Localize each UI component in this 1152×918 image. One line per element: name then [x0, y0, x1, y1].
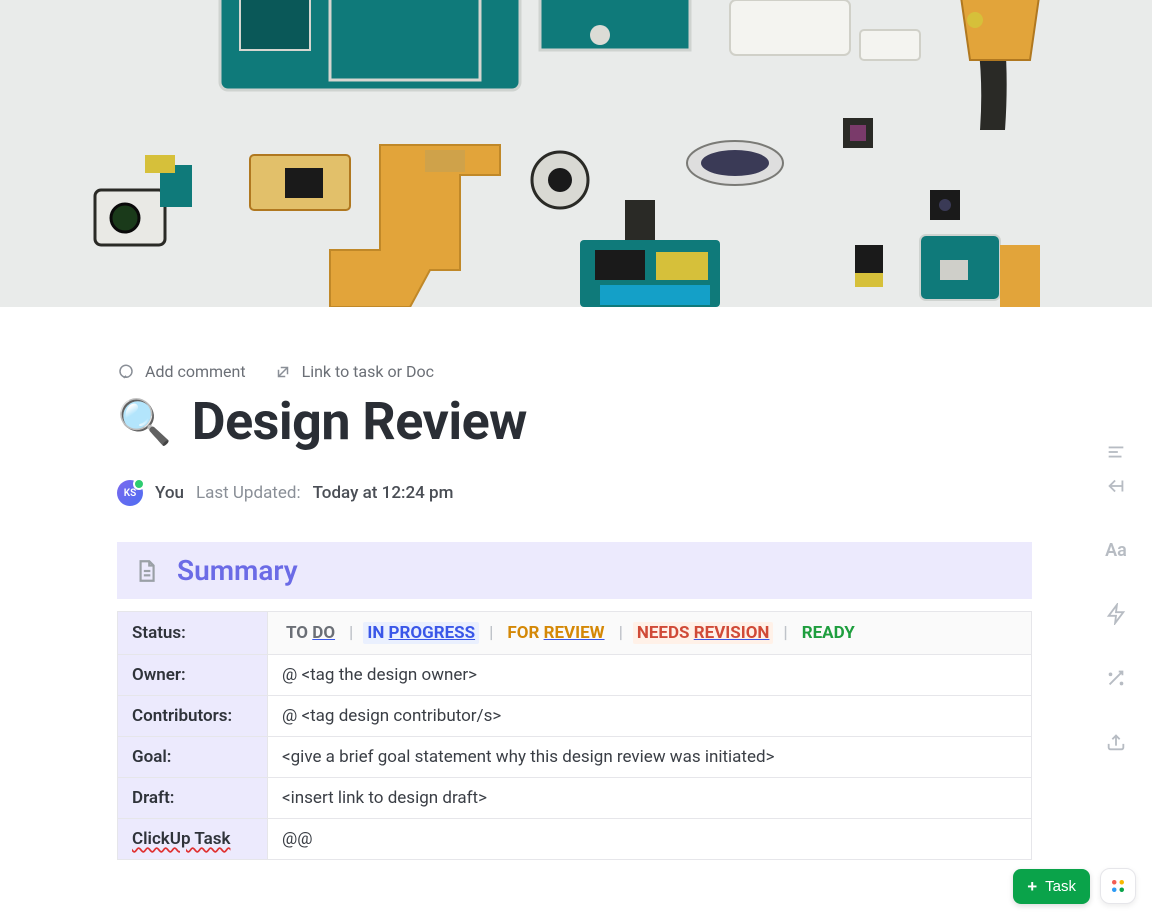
side-toolbar: Aa	[1104, 440, 1128, 754]
link-task-label: Link to task or Doc	[302, 362, 434, 381]
last-updated-label: Last Updated:	[196, 483, 301, 503]
outdent-icon[interactable]	[1104, 474, 1128, 498]
cover-image	[0, 0, 1152, 307]
link-icon	[274, 363, 292, 381]
status-label: Status:	[118, 612, 268, 655]
magic-wand-icon[interactable]	[1104, 666, 1128, 690]
summary-heading-bar: Summary	[117, 542, 1032, 599]
table-row: Contributors: @ <tag design contributor/…	[118, 696, 1032, 737]
task-button-label: Task	[1045, 878, 1076, 895]
goal-value[interactable]: <give a brief goal statement why this de…	[268, 737, 1032, 778]
table-row: Goal: <give a brief goal statement why t…	[118, 737, 1032, 778]
table-row: Owner: @ <tag the design owner>	[118, 655, 1032, 696]
status-chip-todo[interactable]: TO DO	[282, 622, 339, 644]
plus-icon: +	[1027, 878, 1037, 895]
summary-table: Status: TO DO | IN PROGRESS | FOR REVIEW…	[117, 611, 1032, 860]
byline-row: KS You Last Updated: Today at 12:24 pm	[117, 480, 1032, 506]
comment-icon	[117, 363, 135, 381]
contributors-value[interactable]: @ <tag design contributor/s>	[268, 696, 1032, 737]
bottom-actions: + Task	[1013, 868, 1136, 904]
lightning-icon[interactable]	[1104, 602, 1128, 626]
status-chip-review[interactable]: FOR REVIEW	[503, 622, 608, 644]
contributors-label: Contributors:	[118, 696, 268, 737]
status-value[interactable]: TO DO | IN PROGRESS | FOR REVIEW | NEEDS…	[268, 612, 1032, 655]
owner-label: Owner:	[118, 655, 268, 696]
add-comment-label: Add comment	[145, 362, 246, 381]
table-row: Draft: <insert link to design draft>	[118, 778, 1032, 819]
summary-heading: Summary	[177, 554, 298, 587]
apps-menu-button[interactable]	[1100, 868, 1136, 904]
doc-meta-row: Add comment Link to task or Doc	[117, 362, 1032, 381]
status-chip-ready[interactable]: READY	[798, 622, 859, 644]
share-icon[interactable]	[1104, 730, 1128, 754]
title-row: 🔍 Design Review	[117, 391, 1032, 452]
avatar[interactable]: KS	[117, 480, 143, 506]
status-chip-revision[interactable]: NEEDS REVISION	[633, 622, 774, 644]
owner-value[interactable]: @ <tag the design owner>	[268, 655, 1032, 696]
table-row: Status: TO DO | IN PROGRESS | FOR REVIEW…	[118, 612, 1032, 655]
table-row: ClickUp Task @@	[118, 819, 1032, 860]
add-comment-button[interactable]: Add comment	[117, 362, 246, 381]
link-task-button[interactable]: Link to task or Doc	[274, 362, 434, 381]
page-title[interactable]: Design Review	[192, 391, 527, 452]
clickup-value[interactable]: @@	[268, 819, 1032, 860]
document-body: Add comment Link to task or Doc 🔍 Design…	[0, 307, 1152, 860]
new-task-button[interactable]: + Task	[1013, 869, 1090, 904]
align-left-icon[interactable]	[1104, 440, 1128, 464]
author-you: You	[155, 483, 184, 503]
clickup-label: ClickUp Task	[118, 819, 268, 860]
font-style-icon[interactable]: Aa	[1104, 538, 1128, 562]
title-emoji-icon[interactable]: 🔍	[117, 400, 172, 444]
status-chip-inprogress[interactable]: IN PROGRESS	[363, 622, 479, 644]
goal-label: Goal:	[118, 737, 268, 778]
draft-label: Draft:	[118, 778, 268, 819]
draft-value[interactable]: <insert link to design draft>	[268, 778, 1032, 819]
document-icon	[133, 558, 159, 584]
last-updated-time: Today at 12:24 pm	[313, 483, 454, 503]
